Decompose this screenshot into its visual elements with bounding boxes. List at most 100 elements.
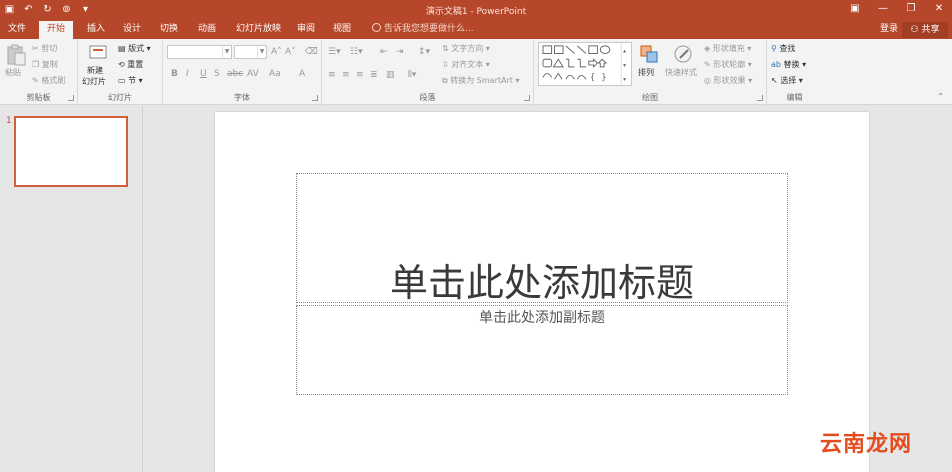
arrange-icon[interactable] bbox=[638, 43, 660, 65]
title-bar: ▣ ↶ ↻ ⊚ ▾ 演示文稿1 - PowerPoint ▣ — ❐ ✕ bbox=[0, 0, 952, 21]
strikethrough-button[interactable]: abc bbox=[227, 69, 243, 79]
clear-format-icon[interactable]: ⌫ bbox=[305, 47, 318, 57]
minimize-icon[interactable]: — bbox=[876, 2, 890, 16]
bold-button[interactable]: B bbox=[171, 69, 178, 79]
fill-bucket-icon: ◈ bbox=[704, 44, 711, 53]
text-direction-label: 文字方向 bbox=[451, 44, 484, 53]
tab-home[interactable]: 开始 bbox=[39, 21, 74, 39]
grow-font-button[interactable]: A˄ bbox=[271, 47, 282, 57]
login-link[interactable]: 登录 bbox=[880, 21, 898, 38]
paragraph-launcher-icon[interactable] bbox=[524, 95, 530, 101]
shrink-font-label: A bbox=[285, 47, 292, 57]
font-launcher-icon[interactable] bbox=[312, 95, 318, 101]
format-painter-button[interactable]: ✎ 格式刷 bbox=[32, 75, 65, 86]
shape-effects-button[interactable]: ◎ 形状效果 ▾ bbox=[704, 75, 752, 86]
tab-design[interactable]: 设计 bbox=[115, 21, 149, 39]
font-group: ▼ ▼ A˄ A˅ ⌫ B I U S abc AV Aa A 字体 bbox=[163, 39, 322, 105]
reset-button[interactable]: ⟲ 重置 bbox=[118, 59, 143, 70]
change-case-button[interactable]: Aa bbox=[269, 69, 281, 79]
paragraph-label: 段落 bbox=[419, 93, 436, 102]
ribbon-display-icon[interactable]: ▣ bbox=[848, 2, 862, 16]
tab-transitions[interactable]: 切换 bbox=[152, 21, 186, 39]
shapes-gallery[interactable]: { } ▴ ▾ ▾ bbox=[538, 42, 632, 86]
new-slide-label-2[interactable]: 幻灯片 bbox=[82, 76, 106, 87]
title-placeholder-text: 单击此处添加标题 bbox=[389, 261, 694, 305]
slide-canvas[interactable]: 单击此处添加标题 单击此处添加副标题 bbox=[215, 112, 869, 472]
find-button[interactable]: ⚲ 查找 bbox=[771, 43, 795, 54]
clipboard-label: 剪贴板 bbox=[26, 93, 51, 102]
tab-animations[interactable]: 动画 bbox=[190, 21, 224, 39]
tab-slideshow[interactable]: 幻灯片放映 bbox=[228, 21, 289, 39]
smartart-button[interactable]: ⧉ 转换为 SmartArt ▾ bbox=[442, 75, 519, 86]
italic-button[interactable]: I bbox=[186, 69, 189, 79]
shadow-button[interactable]: S bbox=[214, 69, 220, 79]
font-color-button[interactable]: A bbox=[299, 69, 305, 79]
cut-button[interactable]: ✂ 剪切 bbox=[32, 43, 57, 54]
columns-icon[interactable]: ⫴▾ bbox=[408, 70, 416, 80]
tell-me-box[interactable]: 告诉我您想要做什么... bbox=[372, 21, 474, 39]
tab-file[interactable]: 文件 bbox=[0, 21, 34, 39]
align-text-label: 对齐文本 bbox=[451, 60, 484, 69]
grow-font-label: A bbox=[271, 47, 278, 57]
editing-label: 编辑 bbox=[786, 93, 803, 102]
tell-me-text: 告诉我您想要做什么... bbox=[384, 24, 474, 34]
underline-button[interactable]: U bbox=[200, 69, 207, 79]
clipboard-launcher-icon[interactable] bbox=[68, 95, 74, 101]
text-direction-button[interactable]: ⇅ 文字方向 ▾ bbox=[442, 43, 490, 54]
svg-text:▴: ▴ bbox=[623, 49, 626, 55]
align-text-button[interactable]: ⇳ 对齐文本 ▾ bbox=[442, 59, 490, 70]
restore-icon[interactable]: ❐ bbox=[904, 2, 918, 16]
align-left-icon[interactable]: ≡ bbox=[328, 70, 336, 80]
svg-text:▾: ▾ bbox=[623, 63, 626, 69]
justify-icon[interactable]: ≣ bbox=[370, 70, 378, 80]
svg-text:{: { bbox=[590, 73, 595, 83]
paste-label[interactable]: 粘贴 bbox=[5, 67, 21, 78]
arrange-label[interactable]: 排列 bbox=[638, 67, 654, 78]
increase-indent-icon[interactable]: ⇥ bbox=[396, 47, 404, 57]
shape-outline-button[interactable]: ✎ 形状轮廓 ▾ bbox=[704, 59, 752, 70]
new-slide-label-1[interactable]: 新建 bbox=[87, 65, 103, 76]
quick-styles-label[interactable]: 快速样式 bbox=[665, 67, 697, 78]
shape-outline-label: 形状轮廓 bbox=[713, 60, 746, 69]
font-size-combo[interactable]: ▼ bbox=[234, 45, 267, 59]
collapse-ribbon-icon[interactable]: ⌃ bbox=[937, 92, 944, 101]
align-right-icon[interactable]: ≡ bbox=[356, 70, 364, 80]
title-placeholder[interactable]: 单击此处添加标题 bbox=[296, 173, 788, 305]
tab-review[interactable]: 审阅 bbox=[289, 21, 323, 39]
tab-insert[interactable]: 插入 bbox=[79, 21, 113, 39]
numbering-icon[interactable]: ☷▾ bbox=[350, 47, 363, 57]
font-name-combo[interactable]: ▼ bbox=[167, 45, 232, 59]
close-icon[interactable]: ✕ bbox=[932, 2, 946, 16]
brush-icon: ✎ bbox=[32, 76, 39, 85]
align-center-icon[interactable]: ≡ bbox=[342, 70, 350, 80]
layout-button[interactable]: ▤ 版式 ▾ bbox=[118, 43, 151, 54]
smartart-label: 转换为 SmartArt bbox=[450, 76, 513, 85]
tab-view[interactable]: 视图 bbox=[325, 21, 359, 39]
new-slide-icon[interactable] bbox=[88, 42, 110, 64]
subtitle-placeholder[interactable]: 单击此处添加副标题 bbox=[296, 305, 788, 395]
watermark: 云南龙网 bbox=[819, 431, 912, 457]
bullets-icon[interactable]: ☰▾ bbox=[328, 47, 341, 57]
copy-button[interactable]: ❐ 复制 bbox=[32, 59, 58, 70]
decrease-indent-icon[interactable]: ⇤ bbox=[380, 47, 388, 57]
slide-thumbnail[interactable] bbox=[14, 116, 128, 187]
ribbon: 粘贴 ✂ 剪切 ❐ 复制 ✎ 格式刷 剪贴板 新建 幻灯片 ▤ 版式 ▾ ⟲ 重… bbox=[0, 39, 952, 105]
line-spacing-icon[interactable]: ↕▾ bbox=[418, 47, 430, 57]
select-label: 选择 bbox=[780, 76, 797, 85]
shrink-font-button[interactable]: A˅ bbox=[285, 47, 296, 57]
share-button[interactable]: ⚇ 共享 bbox=[902, 22, 948, 38]
drawing-launcher-icon[interactable] bbox=[757, 95, 763, 101]
copy-icon: ❐ bbox=[32, 60, 40, 69]
replace-button[interactable]: ab 替换 ▾ bbox=[771, 59, 806, 70]
shape-effects-label: 形状效果 bbox=[713, 76, 746, 85]
char-spacing-button[interactable]: AV bbox=[247, 69, 259, 79]
distributed-icon[interactable]: ▥ bbox=[386, 70, 395, 80]
shape-fill-button[interactable]: ◈ 形状填充 ▾ bbox=[704, 43, 751, 54]
user-icon: ⚇ bbox=[910, 25, 922, 35]
svg-text:▾: ▾ bbox=[623, 77, 626, 83]
paste-icon[interactable] bbox=[5, 44, 27, 66]
clipboard-group: 粘贴 ✂ 剪切 ❐ 复制 ✎ 格式刷 剪贴板 bbox=[0, 39, 78, 105]
select-button[interactable]: ↖ 选择 ▾ bbox=[771, 75, 803, 86]
section-button[interactable]: ▭ 节 ▾ bbox=[118, 75, 143, 86]
quick-styles-icon[interactable] bbox=[672, 43, 694, 65]
